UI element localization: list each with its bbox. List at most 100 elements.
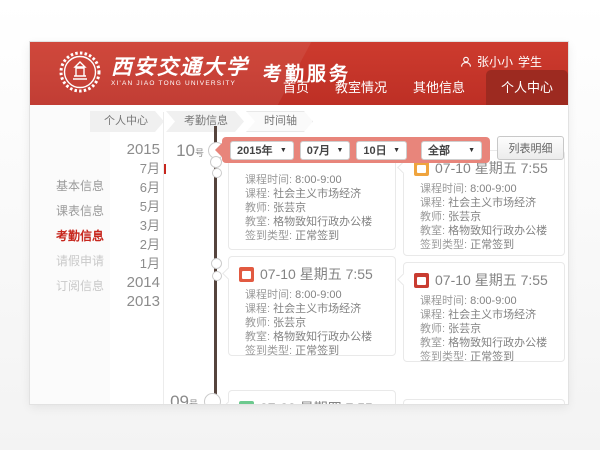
- person-icon: [460, 56, 472, 68]
- field-value: 格物致知行政办公楼: [273, 216, 372, 228]
- breadcrumb-timeline[interactable]: 时间轴: [246, 111, 313, 132]
- day-marker-09: 09号: [156, 392, 198, 404]
- attendance-app-window: 西安交通大学 XI'AN JIAO TONG UNIVERSITY 考勤服务 张…: [30, 42, 568, 404]
- type-dropdown[interactable]: 全部▼: [421, 141, 482, 160]
- timeline-month-label: 7月: [140, 161, 160, 176]
- timeline-year-2013[interactable]: 2013: [70, 292, 160, 311]
- field-value: 社会主义市场经济: [448, 309, 536, 321]
- attendance-card-partial: 07-09 星期四 7:55: [228, 390, 396, 404]
- field-label: 教师:: [245, 317, 270, 329]
- field-label: 教师:: [420, 211, 445, 223]
- timeline-month-jul[interactable]: 7月: [70, 159, 160, 178]
- day-number: 10: [176, 141, 195, 160]
- card-title: 07-10 星期五 7:55: [435, 270, 548, 290]
- breadcrumb-personal-center[interactable]: 个人中心: [90, 111, 164, 132]
- field-value: 8:00-9:00: [470, 295, 516, 307]
- field-value: 社会主义市场经济: [273, 303, 361, 315]
- list-detail-button[interactable]: 列表明细: [497, 136, 564, 160]
- field-value: 正常签到: [295, 345, 339, 357]
- chevron-down-icon: ▼: [393, 147, 400, 154]
- field-value: 8:00-9:00: [295, 174, 341, 186]
- app-header: 西安交通大学 XI'AN JIAO TONG UNIVERSITY 考勤服务 张…: [30, 42, 568, 105]
- breadcrumb-attendance-info[interactable]: 考勤信息: [166, 111, 244, 132]
- timeline-node-dot: [211, 258, 222, 269]
- month-dropdown-value: 07月: [307, 142, 330, 158]
- field-label: 课程时间:: [420, 183, 467, 195]
- card-header: 07-09 星期四 7:55: [229, 391, 395, 404]
- timeline-node-dot: [204, 393, 221, 404]
- year-dropdown[interactable]: 2015年 ▼: [230, 141, 294, 160]
- card-title: 07-10 星期五 7:55: [260, 264, 373, 284]
- university-logo-icon: [58, 50, 102, 94]
- chevron-down-icon: ▼: [336, 147, 343, 154]
- nav-tab-home[interactable]: 首页: [270, 77, 322, 105]
- field-value: 正常签到: [295, 230, 339, 242]
- timeline-month-feb[interactable]: 2月: [70, 235, 160, 254]
- card-header: 07-10 星期五 7:55: [229, 257, 395, 288]
- month-dropdown[interactable]: 07月 ▼: [300, 141, 351, 160]
- year-dropdown-value: 2015年: [237, 142, 272, 158]
- field-label: 教室:: [245, 331, 270, 343]
- calendar-orange-icon: [239, 267, 254, 282]
- calendar-red-icon: [414, 273, 429, 288]
- field-value: 8:00-9:00: [470, 183, 516, 195]
- day-marker-10: 10号: [162, 141, 204, 161]
- nav-tab-classrooms[interactable]: 教室情况: [322, 77, 400, 105]
- university-name-cn: 西安交通大学: [111, 56, 249, 77]
- field-value: 正常签到: [470, 351, 514, 363]
- field-value: 社会主义市场经济: [448, 197, 536, 209]
- timeline-month-jan[interactable]: 1月: [70, 254, 160, 273]
- field-value: 张芸京: [273, 317, 306, 329]
- timeline-year-2015[interactable]: 2015: [70, 140, 160, 159]
- timeline-year-month-list: 2015 7月 6月 5月 3月 2月 1月 2014 2013: [70, 140, 160, 311]
- field-value: 张芸京: [448, 323, 481, 335]
- field-value: 格物致知行政办公楼: [448, 225, 547, 237]
- user-name: 张小小: [477, 53, 513, 70]
- field-label: 教室:: [245, 216, 270, 228]
- field-label: 课程时间:: [245, 174, 292, 186]
- field-label: 课程时间:: [245, 289, 292, 301]
- timeline-node-dot: [210, 156, 222, 168]
- day-dropdown[interactable]: 10日 ▼: [356, 141, 407, 160]
- university-name-en: XI'AN JIAO TONG UNIVERSITY: [111, 81, 249, 88]
- field-label: 签到类型:: [245, 345, 292, 357]
- timeline-node-dot: [212, 271, 222, 281]
- field-label: 签到类型:: [420, 351, 467, 363]
- field-label: 签到类型:: [420, 239, 467, 251]
- field-label: 课程:: [420, 309, 445, 321]
- card-header: 07-10 星期五 7:55: [404, 263, 564, 294]
- timeline-node-dot: [212, 168, 222, 178]
- nav-tab-personal-center[interactable]: 个人中心: [486, 70, 568, 105]
- filter-bar: 2015年 ▼ 07月 ▼ 10日 ▼ 全部▼: [222, 137, 490, 163]
- day-dropdown-value: 10日: [363, 142, 386, 158]
- timeline-year-2014[interactable]: 2014: [70, 273, 160, 292]
- field-label: 课程:: [245, 303, 270, 315]
- field-label: 教室:: [420, 225, 445, 237]
- attendance-card-partial: [403, 399, 565, 404]
- attendance-card: 07-10 星期五 7:55 课程时间: 8:00-9:00 课程: 社会主义市…: [228, 256, 396, 356]
- field-value: 格物致知行政办公楼: [448, 337, 547, 349]
- card-fields: 课程时间: 8:00-9:00 课程: 社会主义市场经济 教师: 张芸京 教室:…: [229, 288, 395, 358]
- user-info[interactable]: 张小小 学生: [460, 53, 542, 70]
- field-value: 格物致知行政办公楼: [273, 331, 372, 343]
- chevron-down-icon: ▼: [280, 147, 287, 154]
- card-fields: 课程时间: 8:00-9:00 课程: 社会主义市场经济 教师: 张芸京 教室:…: [404, 294, 564, 364]
- main-nav: 首页 教室情况 其他信息 个人中心: [270, 70, 568, 105]
- field-value: 张芸京: [448, 211, 481, 223]
- nav-tab-other-info[interactable]: 其他信息: [400, 77, 478, 105]
- field-value: 张芸京: [273, 202, 306, 214]
- field-value: 8:00-9:00: [295, 289, 341, 301]
- attendance-card: 07-10 星期五 7:55 课程时间: 8:00-9:00 课程: 社会主义市…: [403, 150, 565, 256]
- field-label: 签到类型:: [245, 230, 292, 242]
- field-value: 社会主义市场经济: [273, 188, 361, 200]
- card-title: 07-09 星期四 7:55: [260, 398, 373, 404]
- card-fields: 课程时间: 8:00-9:00 课程: 社会主义市场经济 教师: 张芸京 教室:…: [404, 182, 564, 252]
- timeline-month-jun[interactable]: 6月: [70, 178, 160, 197]
- day-suffix: 号: [195, 148, 204, 158]
- field-label: 课程:: [420, 197, 445, 209]
- timeline-month-mar[interactable]: 3月: [70, 216, 160, 235]
- field-label: 课程时间:: [420, 295, 467, 307]
- timeline-month-may[interactable]: 5月: [70, 197, 160, 216]
- field-value: 正常签到: [470, 239, 514, 251]
- day-suffix: 号: [189, 399, 198, 404]
